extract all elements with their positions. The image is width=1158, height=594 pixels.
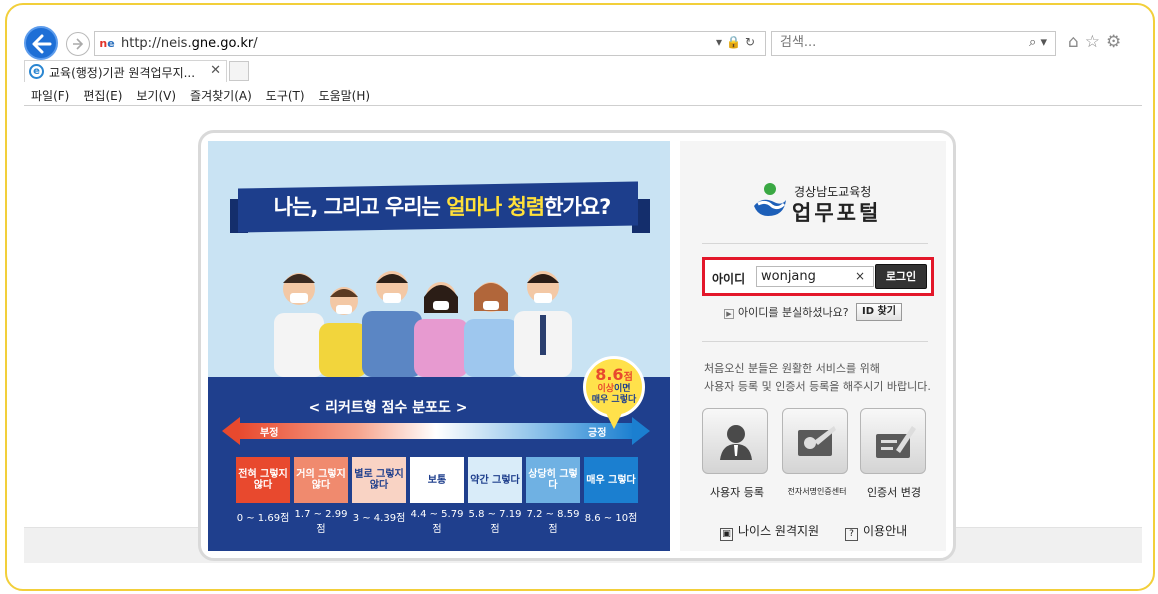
badge-line1a: 이상 (597, 384, 614, 394)
menu-edit[interactable]: 편집(E) (76, 82, 129, 104)
badge-pointer (606, 413, 622, 429)
scale-range: 0 ~ 1.69점 (236, 513, 290, 524)
scale-cell: 별로 그렇지 않다 (352, 457, 406, 503)
likert-gradient-bar (238, 423, 634, 439)
remote-support-link[interactable]: ▣ 나이스 원격지원 (720, 522, 819, 541)
menu-bar: 파일(F) 편집(E) 보기(V) 즐겨찾기(A) 도구(T) 도움말(H) (24, 82, 1142, 106)
positive-arrow-icon (632, 417, 650, 445)
gne-emblem-icon (754, 183, 786, 216)
home-icon[interactable]: ⌂ (1068, 32, 1085, 52)
search-box[interactable]: ⌕ ▾ (771, 31, 1056, 56)
cert-change-label: 인증서 변경 (866, 486, 922, 499)
person-6 (514, 271, 572, 377)
user-register-label: 사용자 등록 (709, 486, 765, 499)
usage-guide-link[interactable]: ? 이용안내 (845, 522, 907, 541)
tab-close-icon[interactable]: ✕ (210, 63, 221, 78)
person-5 (464, 282, 518, 377)
likert-scale: 전혀 그렇지 않다 거의 그렇지 않다 별로 그렇지 않다 보통 약간 그렇다 … (236, 457, 646, 503)
back-arrow-icon (32, 34, 52, 54)
remote-support-label: 나이스 원격지원 (738, 524, 820, 538)
menu-favorites[interactable]: 즐겨찾기(A) (183, 82, 259, 104)
forward-arrow-icon (73, 38, 84, 50)
new-tab-button[interactable] (229, 61, 249, 81)
login-button[interactable]: 로그인 (875, 264, 927, 289)
lock-icon[interactable]: 🔒 (726, 35, 745, 49)
scale-cell: 매우 그렇다 (584, 457, 638, 503)
forgot-id-text: ▶ 아이디를 분실하셨나요? (724, 304, 849, 320)
divider (702, 341, 928, 342)
integrity-banner: 나는, 그리고 우리는 얼마나 청렴한가요? < 리커트형 점수 분포도 > 부… (208, 141, 670, 551)
find-id-button[interactable]: ID 찾기 (856, 303, 902, 321)
scale-range: 5.8 ~ 7.19점 (468, 509, 522, 535)
certificate-pen-icon (876, 426, 916, 458)
person-2 (319, 287, 367, 377)
badge-unit: 점 (623, 372, 633, 383)
notice-line-2: 사용자 등록 및 인증서 등록을 해주시기 바랍니다. (704, 380, 931, 393)
badge-line2: 매우 그렇다 (591, 395, 637, 405)
address-url[interactable]: http://neis.gne.go.kr/ (121, 36, 258, 51)
menu-view[interactable]: 보기(V) (129, 82, 183, 104)
address-bar[interactable]: ne http://neis.gne.go.kr/ ▾🔒↻ (94, 31, 766, 56)
user-register-button[interactable] (702, 408, 768, 474)
notice-line-1: 처음오신 분들은 원활한 서비스를 위해 (704, 362, 880, 375)
people-illustration (274, 271, 572, 377)
banner-title: 나는, 그리고 우리는 얼마나 청렴한가요? (273, 195, 612, 219)
positive-label: 긍정 (588, 428, 607, 439)
play-arrow-icon: ▶ (724, 309, 734, 319)
scale-range: 8.6 ~ 10점 (584, 513, 638, 524)
scale-range: 7.2 ~ 8.59점 (526, 509, 580, 535)
scale-range: 1.7 ~ 2.99점 (294, 509, 348, 535)
certificate-key-icon (798, 426, 836, 456)
site-favicon-icon: ne (99, 37, 115, 50)
scale-cell: 전혀 그렇지 않다 (236, 457, 290, 503)
ie-icon: e (29, 64, 44, 79)
negative-label: 부정 (260, 428, 279, 439)
scale-cell: 보통 (410, 457, 464, 503)
person-4 (414, 282, 468, 377)
clear-input-icon[interactable]: × (855, 269, 865, 283)
cert-change-button[interactable] (860, 408, 926, 474)
refresh-icon[interactable]: ↻ (745, 35, 759, 49)
scale-cell: 약간 그렇다 (468, 457, 522, 503)
portal-name: 업무포털 (792, 201, 882, 225)
search-icon[interactable]: ⌕ ▾ (1029, 35, 1047, 50)
favorites-star-icon[interactable]: ☆ (1085, 32, 1106, 52)
person-3 (362, 271, 422, 377)
scale-range: 4.4 ~ 5.79점 (410, 509, 464, 535)
cert-center-label: 전자서명인증센터 (787, 487, 847, 496)
likert-title: < 리커트형 점수 분포도 > (308, 400, 468, 416)
id-label: 아이디 (712, 272, 746, 286)
cert-center-button[interactable] (782, 408, 848, 474)
browser-tab[interactable]: e 교육(행정)기관 원격업무지... ✕ (24, 60, 227, 82)
address-controls: ▾🔒↻ (716, 35, 759, 49)
badge-line1b: 이면 (614, 384, 631, 394)
forgot-id-label: 아이디를 분실하셨나요? (738, 306, 849, 319)
scale-cell: 거의 그렇지 않다 (294, 457, 348, 503)
monitor-icon: ▣ (720, 528, 733, 541)
search-input[interactable] (780, 35, 1000, 50)
help-icon: ? (845, 528, 858, 541)
score-badge: 8.6점 이상이면 매우 그렇다 (583, 356, 645, 418)
tab-title: 교육(행정)기관 원격업무지... (49, 66, 196, 80)
menu-help[interactable]: 도움말(H) (312, 82, 378, 104)
scale-range: 3 ~ 4.39점 (352, 513, 406, 524)
menu-file[interactable]: 파일(F) (24, 82, 76, 104)
menu-tools[interactable]: 도구(T) (259, 82, 312, 104)
user-icon (720, 425, 752, 460)
divider (702, 243, 928, 244)
forward-button[interactable] (66, 32, 90, 56)
dropdown-icon[interactable]: ▾ (716, 35, 726, 49)
usage-guide-label: 이용안내 (863, 524, 908, 538)
login-form: 아이디 × 로그인 (702, 257, 934, 296)
badge-score: 8.6 (595, 365, 624, 384)
portal-logo: 경상남도교육청 업무포털 (750, 180, 900, 225)
toolbar-icons: ⌂☆⚙ (1068, 32, 1127, 52)
scale-cell: 상당히 그렇다 (526, 457, 580, 503)
settings-gear-icon[interactable]: ⚙ (1106, 32, 1127, 52)
person-1 (274, 273, 324, 377)
back-button[interactable] (24, 26, 58, 60)
